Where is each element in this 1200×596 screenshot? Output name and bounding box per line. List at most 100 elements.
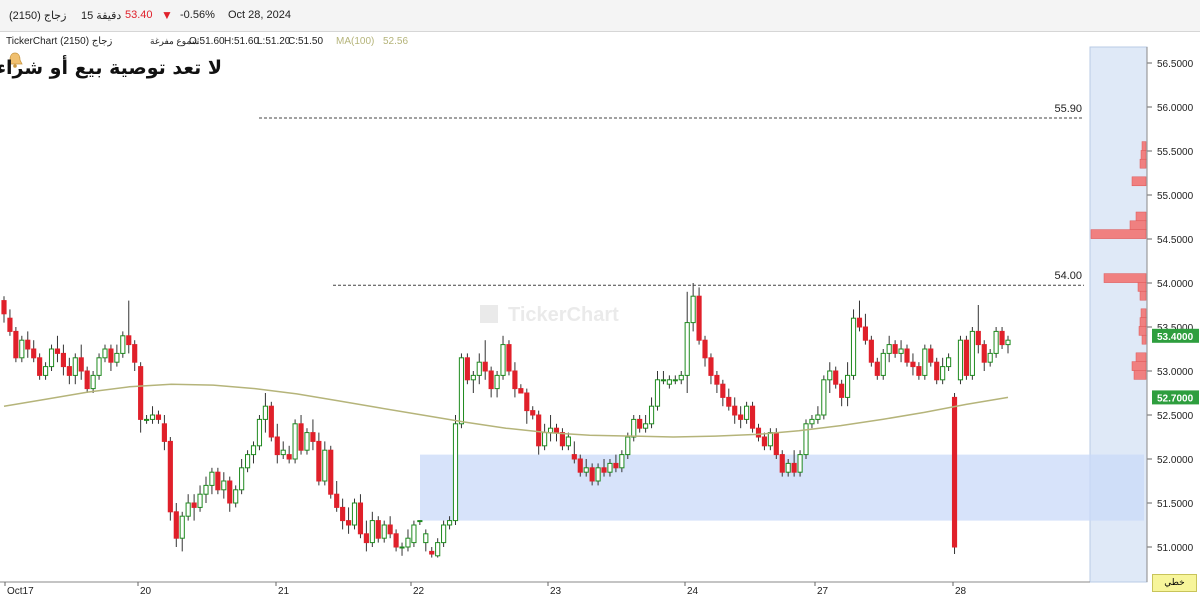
candle[interactable] xyxy=(749,401,756,433)
candle[interactable] xyxy=(506,340,512,376)
candle[interactable] xyxy=(791,450,797,477)
axis-mode-button[interactable]: خطي xyxy=(1152,574,1197,592)
candle[interactable] xyxy=(969,327,975,380)
candle[interactable] xyxy=(672,375,678,385)
candle[interactable] xyxy=(542,423,548,451)
candle[interactable] xyxy=(144,415,150,424)
candle[interactable] xyxy=(114,344,120,367)
candle[interactable] xyxy=(720,379,726,407)
candle[interactable] xyxy=(31,340,37,363)
candle[interactable] xyxy=(482,340,488,380)
candle[interactable] xyxy=(744,401,750,424)
candle[interactable] xyxy=(256,415,263,451)
candle[interactable] xyxy=(934,357,940,385)
candle[interactable] xyxy=(797,450,803,477)
candle[interactable] xyxy=(922,344,928,380)
symbol-label[interactable]: (2150) زجاج xyxy=(9,9,66,22)
candle[interactable] xyxy=(708,353,714,385)
candle[interactable] xyxy=(185,494,191,521)
candle[interactable] xyxy=(928,344,934,367)
candle[interactable] xyxy=(648,397,655,429)
candle[interactable] xyxy=(262,393,268,433)
candle[interactable] xyxy=(666,375,672,389)
candle[interactable] xyxy=(310,419,316,451)
candle[interactable] xyxy=(833,366,839,389)
candle[interactable] xyxy=(565,432,571,451)
candle[interactable] xyxy=(660,371,667,385)
candle[interactable] xyxy=(405,529,411,552)
interval-label[interactable]: 15 دقيقة xyxy=(81,9,121,22)
candle[interactable] xyxy=(559,428,566,451)
candle[interactable] xyxy=(678,371,684,385)
candle[interactable] xyxy=(233,485,239,508)
candle[interactable] xyxy=(316,432,322,486)
candle[interactable] xyxy=(215,467,221,495)
candle[interactable] xyxy=(821,375,827,420)
candle[interactable] xyxy=(179,511,185,552)
candle[interactable] xyxy=(476,353,482,385)
candle[interactable] xyxy=(946,353,952,371)
candle[interactable] xyxy=(827,362,833,393)
candle[interactable] xyxy=(886,335,892,363)
candle[interactable] xyxy=(423,529,429,552)
candle[interactable] xyxy=(126,300,132,354)
candle[interactable] xyxy=(399,542,405,556)
candle[interactable] xyxy=(138,362,144,433)
candle[interactable] xyxy=(862,313,868,345)
candle[interactable] xyxy=(239,459,245,495)
candle[interactable] xyxy=(417,520,423,525)
candle[interactable] xyxy=(815,406,821,424)
candle[interactable] xyxy=(328,445,334,499)
candle[interactable] xyxy=(429,547,435,558)
candle[interactable] xyxy=(227,476,233,512)
candle[interactable] xyxy=(464,353,470,385)
candle[interactable] xyxy=(518,384,524,394)
candle[interactable] xyxy=(274,423,280,464)
candle[interactable] xyxy=(755,423,762,442)
candle[interactable] xyxy=(203,476,209,503)
candle[interactable] xyxy=(155,410,162,424)
candle[interactable] xyxy=(393,529,399,552)
candle[interactable] xyxy=(280,441,286,459)
candle[interactable] xyxy=(470,371,476,393)
candle[interactable] xyxy=(244,450,251,473)
candle[interactable] xyxy=(779,450,785,477)
candle[interactable] xyxy=(452,415,459,525)
candle[interactable] xyxy=(530,406,536,420)
candle[interactable] xyxy=(441,520,447,547)
candle[interactable] xyxy=(981,340,987,371)
candle[interactable] xyxy=(951,393,958,555)
candle[interactable] xyxy=(357,494,364,539)
candle[interactable] xyxy=(868,335,874,367)
candle[interactable] xyxy=(726,388,732,411)
candle[interactable] xyxy=(631,415,637,442)
candle[interactable] xyxy=(7,309,13,336)
candle[interactable] xyxy=(120,331,126,358)
candle[interactable] xyxy=(108,344,114,371)
candle[interactable] xyxy=(340,498,346,530)
candle[interactable] xyxy=(690,283,696,332)
candle[interactable] xyxy=(387,516,393,539)
candle[interactable] xyxy=(363,520,369,552)
candle[interactable] xyxy=(322,441,328,486)
candle[interactable] xyxy=(999,327,1005,349)
candle[interactable] xyxy=(96,353,102,380)
candle[interactable] xyxy=(524,388,530,424)
candle[interactable] xyxy=(767,428,773,451)
candle[interactable] xyxy=(494,371,500,398)
candle[interactable] xyxy=(738,406,744,429)
candle[interactable] xyxy=(375,516,381,543)
candle[interactable] xyxy=(84,366,90,393)
candle[interactable] xyxy=(334,481,340,512)
candle[interactable] xyxy=(963,335,969,380)
candle[interactable] xyxy=(268,401,274,442)
candle[interactable] xyxy=(500,335,506,380)
candle[interactable] xyxy=(167,437,173,521)
candle[interactable] xyxy=(209,467,215,495)
candle[interactable] xyxy=(732,397,738,424)
candle[interactable] xyxy=(43,362,49,380)
candle[interactable] xyxy=(48,344,55,371)
candle[interactable] xyxy=(132,340,138,371)
candle[interactable] xyxy=(809,415,815,429)
candle[interactable] xyxy=(910,353,916,376)
